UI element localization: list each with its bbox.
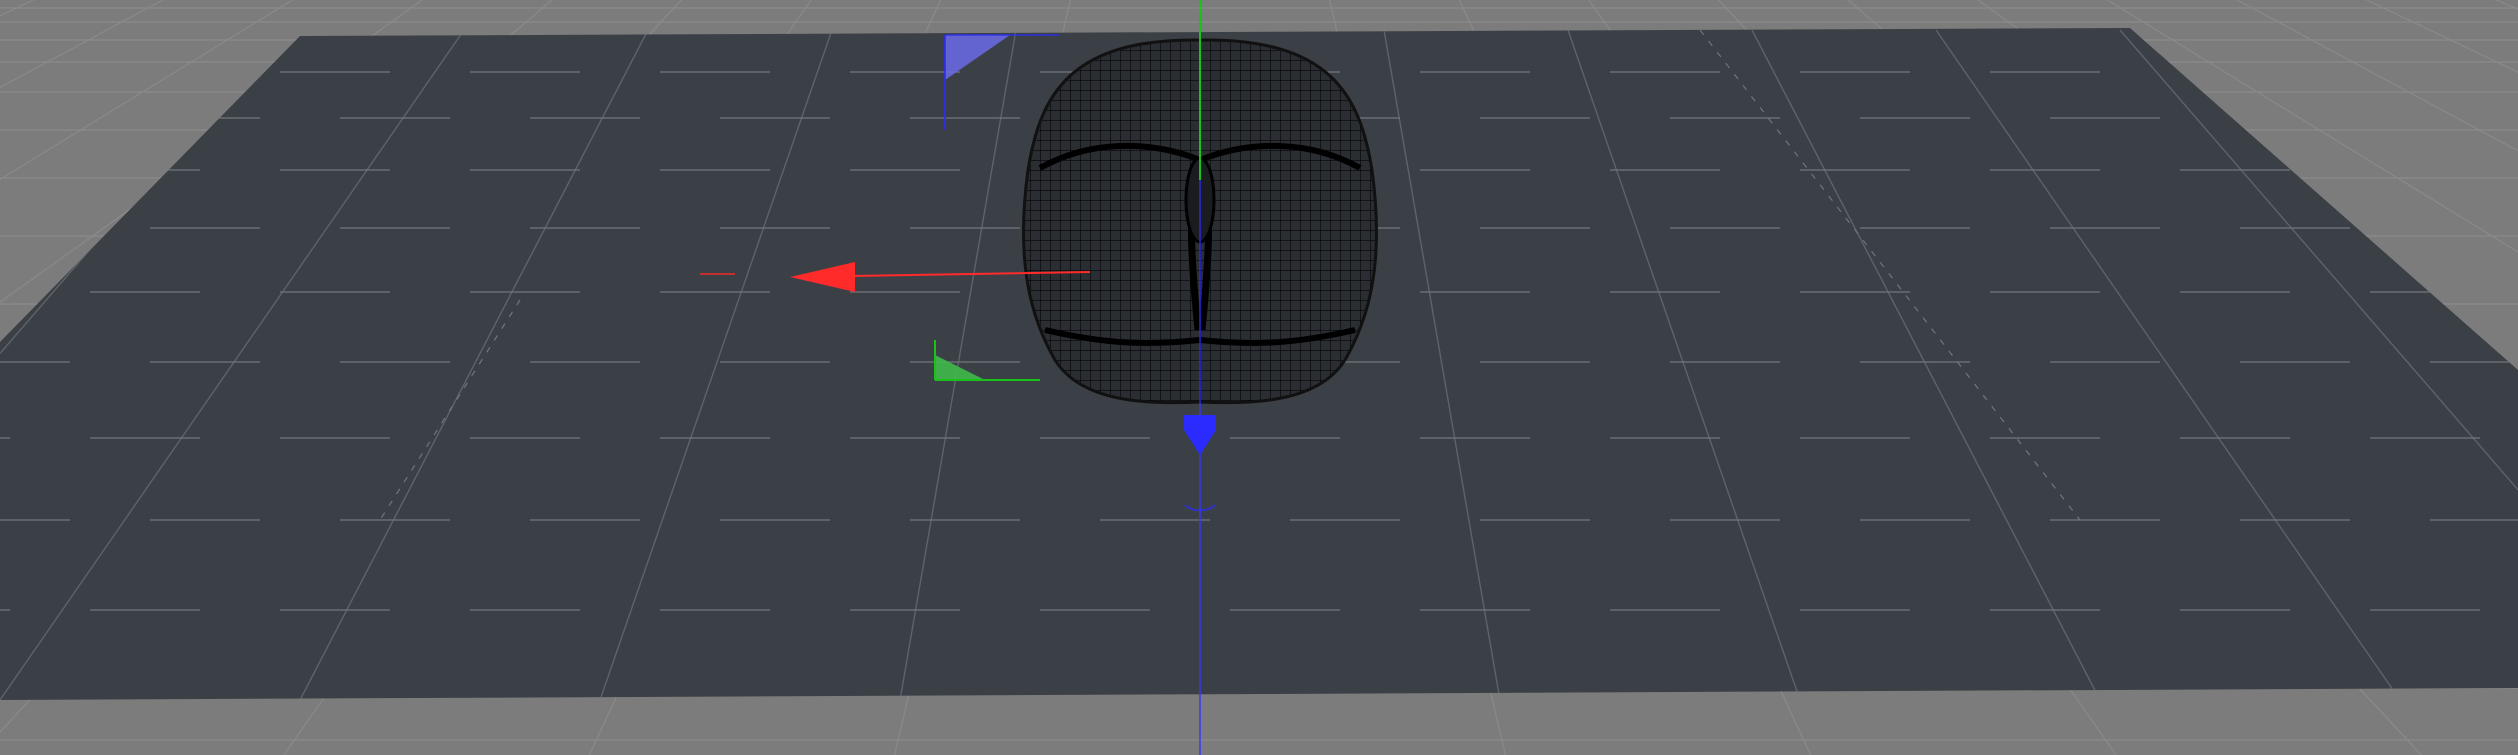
viewport-canvas[interactable]: [0, 0, 2518, 755]
3d-viewport[interactable]: [0, 0, 2518, 755]
